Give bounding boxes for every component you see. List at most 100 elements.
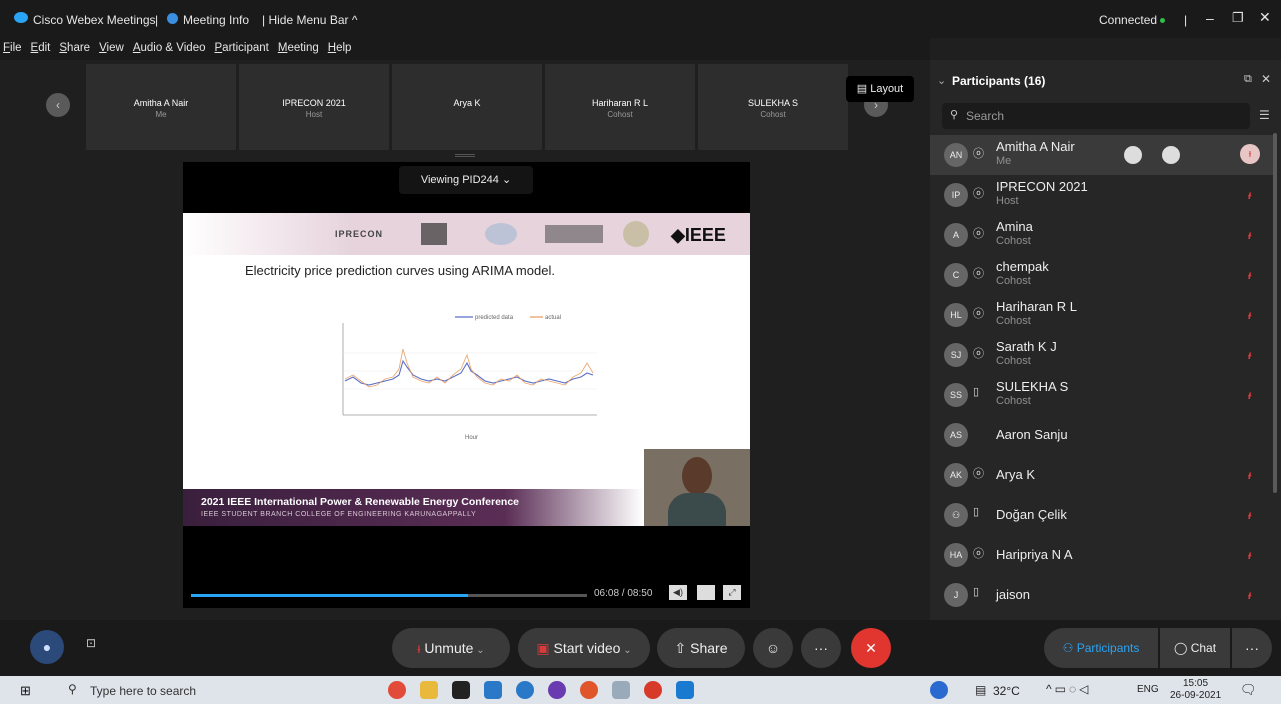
minimize-icon[interactable]: – <box>1206 10 1214 26</box>
panel-close-icon[interactable]: ✕ <box>1261 72 1271 86</box>
restore-icon[interactable]: ❐ <box>1232 10 1244 26</box>
viewing-dropdown[interactable]: Viewing PID244 ⌄ <box>399 166 533 194</box>
layout-button[interactable]: ▤ Layout <box>846 76 914 102</box>
captions-icon[interactable]: ⊡ <box>86 636 106 656</box>
strip-prev-button[interactable]: ‹ <box>46 93 70 117</box>
menu-share[interactable]: Share <box>59 42 90 54</box>
windows-start-icon[interactable]: ⊞ <box>20 683 31 699</box>
reactions-button[interactable]: ☺ <box>753 628 793 668</box>
menu-help[interactable]: Help <box>328 42 352 54</box>
more-options-icon[interactable] <box>1162 146 1180 164</box>
popout-icon[interactable]: ⧉ <box>1244 73 1252 86</box>
headset-icon: ⓞ <box>973 548 984 560</box>
participants-button[interactable]: ⚇ Participants <box>1044 628 1158 668</box>
menu-audio-video[interactable]: Audio & Video <box>133 42 206 54</box>
weather-temp[interactable]: 32°C <box>993 684 1020 698</box>
menu-meeting[interactable]: Meeting <box>278 42 319 54</box>
participant-row[interactable]: A ⓞ Amina Cohost ᵻ <box>930 215 1273 255</box>
participant-row[interactable]: AS Aaron Sanju <box>930 415 1273 455</box>
video-progress-track[interactable] <box>191 594 587 597</box>
webex-assistant-icon[interactable]: ● <box>30 630 64 664</box>
volume-icon[interactable]: ◀) <box>669 585 687 600</box>
firefox-icon[interactable] <box>580 681 598 699</box>
avatar: AN <box>944 143 968 167</box>
video-tile[interactable]: Amitha A Nair Me <box>86 64 236 150</box>
more-button[interactable]: ··· <box>801 628 841 668</box>
tray-icons[interactable]: ^▭◌◁ <box>1046 682 1091 696</box>
participant-role: Cohost <box>996 315 1031 327</box>
taskbar-search-placeholder[interactable]: Type here to search <box>90 684 196 698</box>
participant-row[interactable]: ⚇ ▯ Doğan Çelik ᵻ <box>930 495 1273 535</box>
video-tile[interactable]: IPRECON 2021 Host <box>239 64 389 150</box>
opera-icon[interactable] <box>644 681 662 699</box>
tile-role: Cohost <box>760 110 786 119</box>
chat-button[interactable]: ◯ Chat <box>1160 628 1230 668</box>
video-tile[interactable]: Arya K <box>392 64 542 150</box>
language-indicator[interactable]: ENG <box>1137 684 1159 695</box>
panel-scrollbar[interactable] <box>1273 133 1277 493</box>
headset-icon: ⓞ <box>973 188 984 200</box>
chrome-icon[interactable] <box>388 681 406 699</box>
webex-taskbar-icon[interactable] <box>676 681 694 699</box>
panels-more-button[interactable]: ··· <box>1232 628 1272 668</box>
app-icon[interactable] <box>612 681 630 699</box>
pes-logo-icon <box>485 223 517 245</box>
participant-row[interactable]: SJ ⓞ Sarath K J Cohost ᵻ <box>930 335 1273 375</box>
vscode-icon[interactable] <box>484 681 502 699</box>
muted-mic-icon[interactable]: ᵻ <box>1248 388 1251 402</box>
muted-mic-icon[interactable]: ᵻ <box>1248 268 1251 282</box>
tile-name: IPRECON 2021 <box>282 98 346 108</box>
clock-date[interactable]: 26-09-2021 <box>1170 690 1221 701</box>
start-video-button[interactable]: ▣ Start video ⌄ <box>518 628 650 668</box>
participant-name: Hariharan R L <box>996 299 1077 314</box>
menu-file[interactable]: File <box>3 42 22 54</box>
share-button[interactable]: ⇧ Share <box>657 628 745 668</box>
clock-time[interactable]: 15:05 <box>1183 678 1208 689</box>
phone-icon: ▯ <box>973 586 980 598</box>
hide-menu-bar-button[interactable]: | Hide Menu Bar ^ <box>262 13 357 27</box>
participant-row[interactable]: AN ⓞ Amitha A Nair Me ᵻ <box>930 135 1273 175</box>
file-explorer-icon[interactable] <box>420 681 438 699</box>
miniplayer-icon[interactable] <box>697 585 715 600</box>
ieee-logo: ◆IEEE <box>671 225 726 245</box>
avatar: J <box>944 583 968 607</box>
participant-row[interactable]: IP ⓞ IPRECON 2021 Host ᵻ <box>930 175 1273 215</box>
muted-mic-icon[interactable]: ᵻ <box>1248 348 1251 362</box>
participant-row[interactable]: AK ⓞ Arya K ᵻ <box>930 455 1273 495</box>
app-icon[interactable] <box>516 681 534 699</box>
user-silhouette-icon: ⚇ <box>944 503 968 527</box>
muted-mic-icon[interactable]: ᵻ <box>1248 468 1251 482</box>
muted-mic-icon[interactable]: ᵻ <box>1248 228 1251 242</box>
video-tile[interactable]: SULEKHA S Cohost <box>698 64 848 150</box>
muted-mic-icon[interactable]: ᵻ <box>1248 508 1251 522</box>
app-icon[interactable] <box>548 681 566 699</box>
menu-view[interactable]: View <box>99 42 124 54</box>
participant-row[interactable]: C ⓞ chempak Cohost ᵻ <box>930 255 1273 295</box>
participant-row[interactable]: HA ⓞ Haripriya N A ᵻ <box>930 535 1273 575</box>
collapse-chevron-icon[interactable]: ⌄ <box>937 74 946 87</box>
sort-icon[interactable]: ☰ <box>1259 108 1270 122</box>
resize-handle[interactable] <box>455 154 475 157</box>
muted-mic-icon[interactable]: ᵻ <box>1248 308 1251 322</box>
raise-hand-icon[interactable] <box>1124 146 1142 164</box>
close-icon[interactable]: ✕ <box>1259 9 1271 26</box>
webex-tray-icon[interactable] <box>930 681 948 699</box>
notifications-icon[interactable]: 🗨 <box>1240 682 1257 698</box>
participant-row[interactable]: HL ⓞ Hariharan R L Cohost ᵻ <box>930 295 1273 335</box>
meeting-info-button[interactable]: Meeting Info <box>183 13 249 27</box>
muted-mic-icon[interactable]: ᵻ <box>1248 588 1251 602</box>
video-tile[interactable]: Hariharan R L Cohost <box>545 64 695 150</box>
fullscreen-icon[interactable]: ⤢ <box>723 585 741 600</box>
leave-button[interactable]: ✕ <box>851 628 891 668</box>
muted-mic-icon[interactable]: ᵻ <box>1248 548 1251 562</box>
menu-participant[interactable]: Participant <box>215 42 269 54</box>
participant-row[interactable]: SS ▯ SULEKHA S Cohost ᵻ <box>930 375 1273 415</box>
participant-row[interactable]: J ▯ jaison ᵻ <box>930 575 1273 615</box>
menu-edit[interactable]: Edit <box>31 42 51 54</box>
weather-icon: ▤ <box>975 683 987 697</box>
unmute-button[interactable]: ᵻ Unmute ⌄ <box>392 628 510 668</box>
muted-mic-icon[interactable]: ᵻ <box>1240 144 1260 164</box>
search-input[interactable]: ⚲ Search <box>942 103 1250 129</box>
muted-mic-icon[interactable]: ᵻ <box>1248 188 1251 202</box>
netflix-icon[interactable] <box>452 681 470 699</box>
